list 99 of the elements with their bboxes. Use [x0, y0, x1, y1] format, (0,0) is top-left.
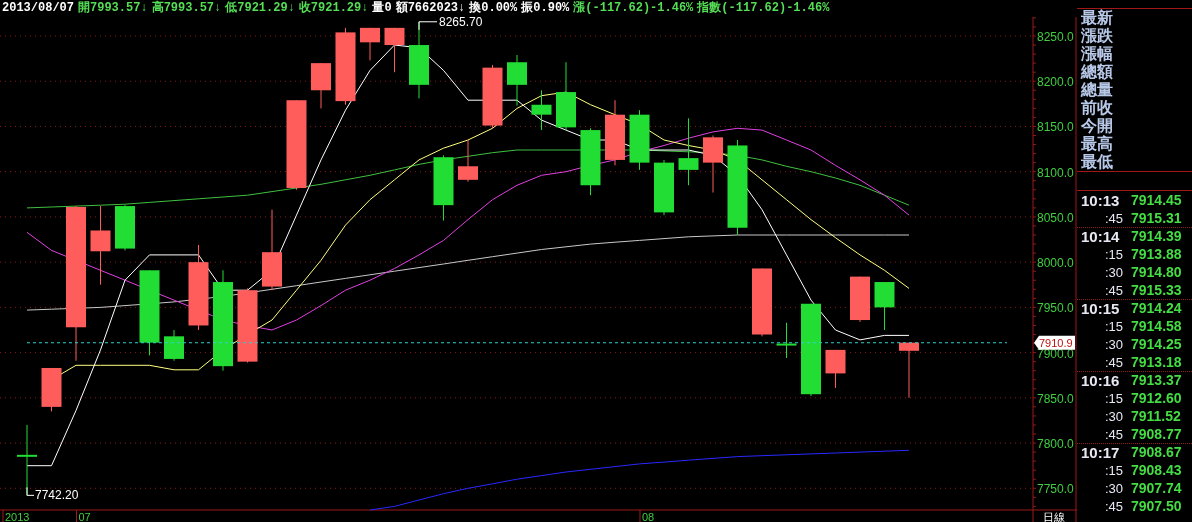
candlestick: [311, 62, 331, 109]
tick-time: :15: [1103, 461, 1123, 479]
axis-label: 8150.0: [1037, 120, 1074, 135]
tick-time: :15: [1103, 389, 1123, 407]
tick-price: 7914.58: [1131, 317, 1182, 335]
tick-time: 10:15: [1080, 300, 1121, 317]
candlestick: [556, 61, 576, 131]
tick-price: 7912.60: [1131, 389, 1182, 407]
tick-price: 7914.24: [1131, 300, 1182, 317]
axis-label: 8250.0: [1037, 30, 1074, 44]
tick-time: 10:14: [1080, 228, 1121, 245]
tick-time: 10:16: [1080, 372, 1121, 389]
tick-price: 7907.50: [1131, 497, 1182, 515]
axis-label: 7800.0: [1037, 437, 1074, 452]
period-label: 日線: [1043, 511, 1065, 522]
candlestick: [899, 342, 919, 399]
quote-label: 總量: [1081, 81, 1114, 99]
leader-line: [26, 486, 35, 496]
tick-price: 7915.33: [1131, 281, 1182, 299]
axis-label: 08: [642, 511, 655, 522]
axis-label: 8000.0: [1037, 256, 1074, 271]
tick-time: :30: [1103, 335, 1123, 353]
candlestick: [874, 281, 895, 331]
tick-time: :15: [1103, 245, 1123, 263]
axis-label: 7750.0: [1037, 482, 1074, 497]
quote-text: 漲(-117.62)-1.46%: [573, 0, 694, 17]
tick-time: 10:17: [1080, 444, 1121, 461]
candlestick: [507, 54, 527, 107]
tick-price: 7913.37: [1131, 372, 1182, 389]
tick-price: 7915.31: [1131, 209, 1182, 227]
quote-text: 額7662023↓: [395, 0, 466, 17]
tick-time: :15: [1103, 317, 1123, 335]
high-price-label: 8265.70: [439, 17, 483, 29]
tick-price: 7908.67: [1131, 444, 1182, 461]
tick-time: :30: [1103, 263, 1123, 281]
candlestick: [360, 27, 380, 61]
candlestick: [776, 322, 797, 359]
quote-text: 換0.00%: [469, 0, 518, 17]
quote-text: 量0: [372, 0, 392, 17]
tick-price: 7907.74: [1131, 479, 1182, 497]
quote-label: 最新: [1081, 9, 1114, 27]
candlestick: [752, 268, 772, 337]
quote-label: 今開: [1081, 117, 1114, 135]
axis-label: 8200.0: [1037, 75, 1074, 90]
tick-price: 7914.80: [1131, 263, 1182, 281]
quote-label: 最低: [1081, 153, 1114, 171]
candlestick: [825, 349, 846, 389]
tick-time: :45: [1103, 353, 1123, 371]
tick-time: :45: [1103, 425, 1123, 443]
axis-label: 8100.0: [1037, 165, 1074, 180]
candlestick: [605, 99, 625, 166]
candlestick: [629, 109, 650, 171]
tick-time: :45: [1103, 209, 1123, 227]
tick-price: 7913.18: [1131, 353, 1182, 371]
tick-time: 10:13: [1080, 191, 1121, 209]
candlestick: [531, 89, 552, 131]
candlestick: [580, 127, 601, 196]
candlestick: [654, 159, 674, 216]
tick-price: 7908.43: [1131, 461, 1182, 479]
candlestick: [678, 117, 699, 186]
tick-price: 7914.25: [1131, 335, 1182, 353]
quote-label: 總額: [1081, 63, 1114, 81]
axis-label: 2013: [5, 511, 30, 522]
candlestick: [458, 139, 478, 183]
quote-text: 高7993.57↓: [151, 0, 222, 17]
candlestick: [850, 276, 870, 323]
candlestick: [433, 154, 454, 222]
axis-label: 7950.0: [1037, 301, 1074, 316]
quote-text: 指數(-117.62)-1.46%: [697, 0, 830, 17]
axis-label: 8050.0: [1037, 210, 1074, 225]
candlestick: [384, 27, 405, 73]
tick-time: :30: [1103, 479, 1123, 497]
candlestick: [164, 329, 184, 362]
axis-label: 7850.0: [1037, 391, 1074, 406]
candlestick: [41, 367, 62, 412]
tick-price: 7914.45: [1131, 191, 1182, 209]
tick-price: 7914.39: [1131, 228, 1182, 245]
quote-text: 開7993.57↓: [78, 0, 148, 17]
tick-time: :30: [1103, 407, 1123, 425]
candlestick: [115, 204, 135, 251]
quote-text: 低7921.29↓: [225, 0, 295, 17]
tick-price: 7908.77: [1131, 425, 1182, 443]
quote-text: 振0.90%: [521, 0, 570, 17]
low-price-label: 7742.20: [35, 488, 79, 503]
quote-label: 最高: [1081, 135, 1114, 153]
candlestick: [482, 64, 503, 129]
leader-line: [418, 21, 438, 31]
candlestick: [703, 135, 723, 193]
tick-price: 7911.52: [1131, 407, 1181, 425]
price-tag: 7910.9: [1034, 335, 1075, 350]
quote-text: 2013/08/07: [2, 0, 74, 17]
tick-time: :45: [1103, 281, 1123, 299]
tick-price: 7913.88: [1131, 245, 1182, 263]
axis-label: 07: [78, 511, 91, 522]
quote-text: 收7921.29↓: [298, 0, 369, 17]
tick-time: :45: [1103, 497, 1123, 515]
quote-label: 漲跌: [1081, 27, 1114, 45]
quote-label: 前收: [1081, 99, 1114, 117]
quote-label: 漲幅: [1081, 45, 1114, 63]
